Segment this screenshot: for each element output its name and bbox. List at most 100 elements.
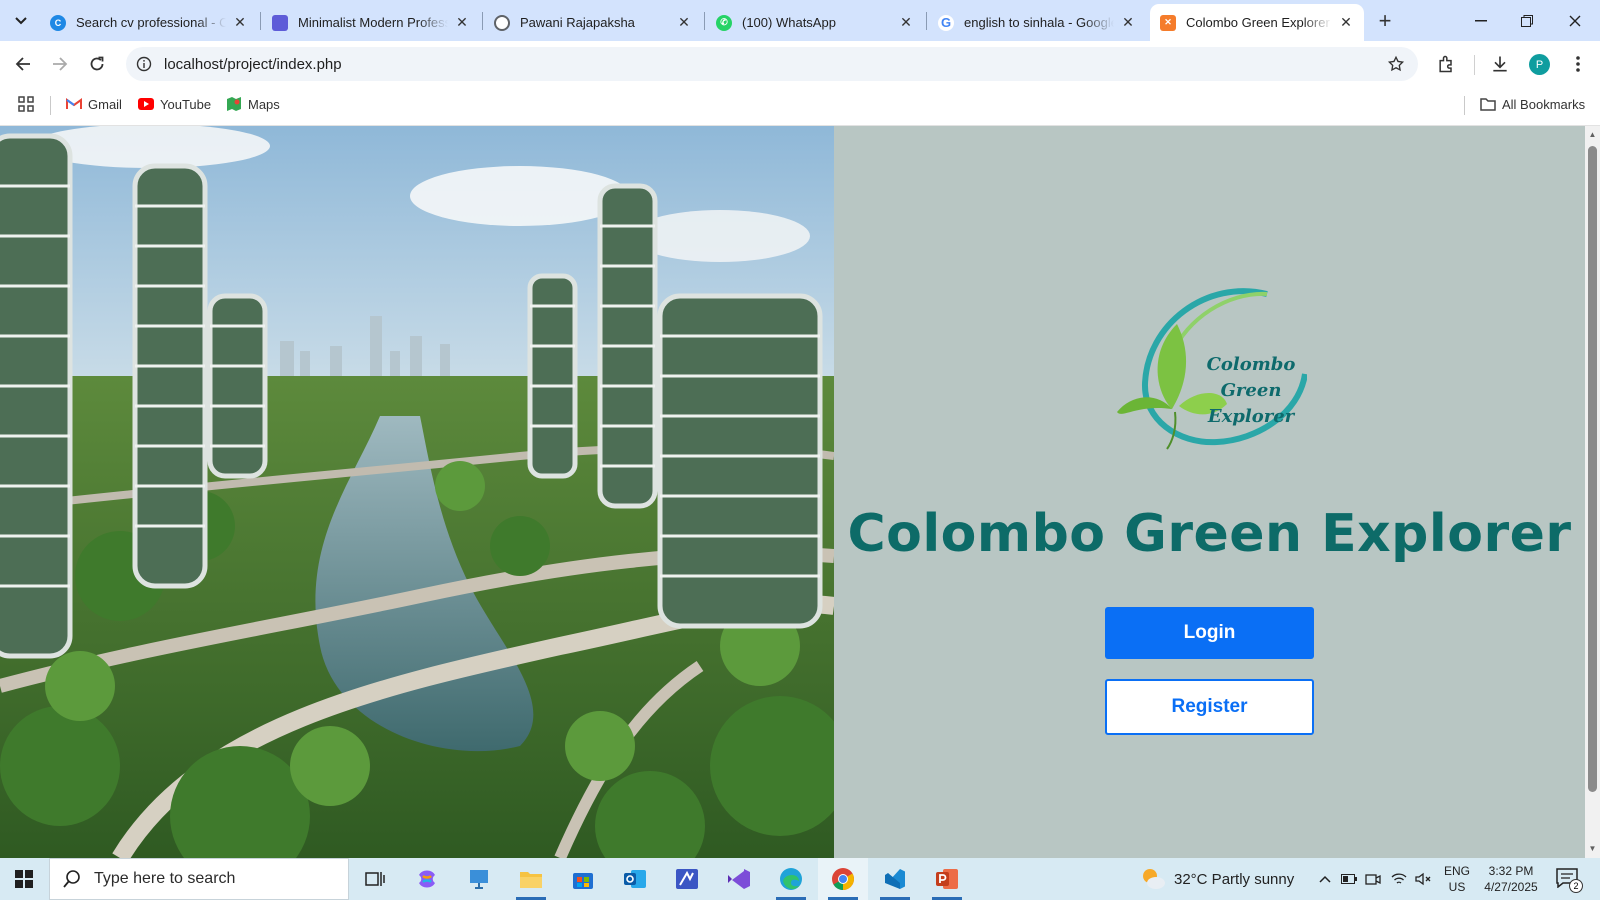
weather-text: 32°C Partly sunny	[1174, 870, 1295, 888]
tab-google-translate[interactable]: G english to sinhala - Google ✕	[928, 4, 1146, 41]
register-button[interactable]: Register	[1105, 679, 1314, 735]
address-bar[interactable]: localhost/project/index.php	[126, 47, 1418, 81]
wifi-icon[interactable]	[1390, 870, 1408, 888]
tab-pawani[interactable]: Pawani Rajapaksha ✕	[484, 4, 702, 41]
maps-icon	[226, 96, 242, 112]
apps-button[interactable]	[18, 96, 34, 112]
logo-text: Colombo Green Explorer	[1191, 352, 1311, 430]
restore-icon	[1521, 14, 1533, 27]
copilot-app[interactable]	[402, 858, 452, 900]
tab-canva[interactable]: C Search cv professional - Ca ✕	[40, 4, 258, 41]
close-tab-icon[interactable]: ✕	[454, 14, 470, 31]
bookmark-star-icon[interactable]	[1386, 54, 1406, 74]
scroll-up-arrow[interactable]: ▲	[1585, 128, 1600, 140]
new-tab-button[interactable]: +	[1372, 8, 1398, 34]
close-tab-icon[interactable]: ✕	[232, 14, 248, 31]
site-logo: Colombo Green Explorer	[1117, 284, 1308, 450]
logo-line: Green	[1220, 380, 1282, 401]
tab-title: Colombo Green Explorer	[1186, 15, 1330, 30]
bookmark-youtube[interactable]: YouTube	[138, 96, 211, 112]
edge-icon	[780, 868, 802, 890]
scroll-down-arrow[interactable]: ▼	[1585, 842, 1600, 854]
close-tab-icon[interactable]: ✕	[676, 14, 692, 31]
task-view-button[interactable]	[350, 858, 400, 900]
tab-separator	[704, 12, 705, 30]
start-button[interactable]	[0, 858, 48, 900]
app-icon	[676, 869, 698, 889]
close-tab-icon[interactable]: ✕	[1120, 14, 1136, 31]
document-icon	[272, 14, 288, 31]
site-info-icon[interactable]	[134, 54, 154, 74]
search-icon	[50, 870, 94, 888]
minimize-button[interactable]	[1458, 0, 1504, 41]
outlook-app[interactable]	[610, 858, 660, 900]
login-button[interactable]: Login	[1105, 607, 1314, 659]
tab-separator	[482, 12, 483, 30]
remote-desktop-app[interactable]	[454, 858, 504, 900]
clock-date: 4/27/2025	[1484, 880, 1538, 894]
bookmark-maps[interactable]: Maps	[226, 96, 280, 112]
input-language[interactable]: ENG US	[1440, 863, 1474, 895]
reload-button[interactable]	[81, 48, 113, 80]
visual-studio-app[interactable]	[714, 858, 764, 900]
bookmarks-separator	[50, 96, 51, 115]
folder-icon	[1480, 96, 1496, 112]
tab-title: Search cv professional - Ca	[76, 15, 226, 30]
battery-icon[interactable]	[1340, 870, 1358, 888]
edge-app[interactable]	[766, 858, 816, 900]
monitor-icon	[470, 870, 488, 889]
weather-widget[interactable]: 32°C Partly sunny	[1140, 858, 1294, 900]
taskbar-search[interactable]: Type here to search	[49, 858, 349, 900]
meet-now-icon[interactable]	[1364, 870, 1382, 888]
close-tab-icon[interactable]: ✕	[898, 14, 914, 31]
bookmark-label: Gmail	[88, 96, 122, 112]
tab-search-button[interactable]	[8, 8, 34, 34]
forward-button[interactable]	[44, 48, 76, 80]
vertical-scrollbar[interactable]: ▲ ▼	[1585, 126, 1600, 858]
google-icon: G	[938, 14, 954, 31]
scroll-thumb[interactable]	[1588, 146, 1597, 792]
microsoft-store-app[interactable]	[558, 858, 608, 900]
close-window-button[interactable]	[1552, 0, 1598, 41]
close-tab-icon[interactable]: ✕	[1338, 14, 1354, 31]
tab-separator	[260, 12, 261, 30]
minimize-icon	[1475, 19, 1487, 21]
more-menu-icon[interactable]	[1564, 50, 1592, 78]
chevron-down-icon	[15, 17, 27, 25]
back-button[interactable]	[7, 48, 39, 80]
show-hidden-icons[interactable]	[1316, 870, 1334, 888]
file-explorer-app[interactable]	[506, 858, 556, 900]
download-icon[interactable]	[1486, 50, 1514, 78]
logo-line: Explorer	[1207, 406, 1295, 427]
tab-title: (100) WhatsApp	[742, 15, 836, 30]
volume-muted-icon[interactable]	[1414, 870, 1432, 888]
windows-taskbar: Type here to search 32°C Partly sunny EN…	[0, 858, 1600, 900]
canva-icon: C	[50, 14, 66, 31]
reload-icon	[90, 56, 104, 71]
close-icon	[1569, 15, 1581, 26]
windows-icon	[15, 870, 33, 888]
bookmark-label: YouTube	[160, 96, 212, 112]
tab-colombo-green-explorer[interactable]: ✕ Colombo Green Explorer ✕	[1150, 4, 1364, 41]
profile-avatar[interactable]: P	[1529, 54, 1550, 75]
bookmarks-separator	[1464, 96, 1465, 115]
browser-toolbar: localhost/project/index.php P	[0, 41, 1600, 86]
clock[interactable]: 3:32 PM 4/27/2025	[1478, 863, 1544, 895]
bookmark-gmail[interactable]: Gmail	[66, 96, 122, 112]
task-view-icon	[365, 872, 385, 886]
region-code: US	[1448, 880, 1466, 894]
extensions-icon[interactable]	[1432, 50, 1460, 78]
chrome-app[interactable]	[818, 858, 868, 900]
search-placeholder: Type here to search	[94, 870, 236, 887]
notification-center-button[interactable]: 2	[1556, 868, 1583, 893]
folder-icon	[520, 872, 542, 888]
powerpoint-app[interactable]	[922, 858, 972, 900]
tab-whatsapp[interactable]: ✆ (100) WhatsApp ✕	[706, 4, 924, 41]
tab-minimalist[interactable]: Minimalist Modern Profess ✕	[262, 4, 480, 41]
url-text: localhost/project/index.php	[164, 56, 342, 73]
all-bookmarks-button[interactable]: All Bookmarks	[1480, 96, 1585, 112]
vscode-app[interactable]	[870, 858, 920, 900]
restore-button[interactable]	[1504, 0, 1550, 41]
gauge-app[interactable]	[662, 858, 712, 900]
language-code: ENG	[1443, 864, 1470, 878]
